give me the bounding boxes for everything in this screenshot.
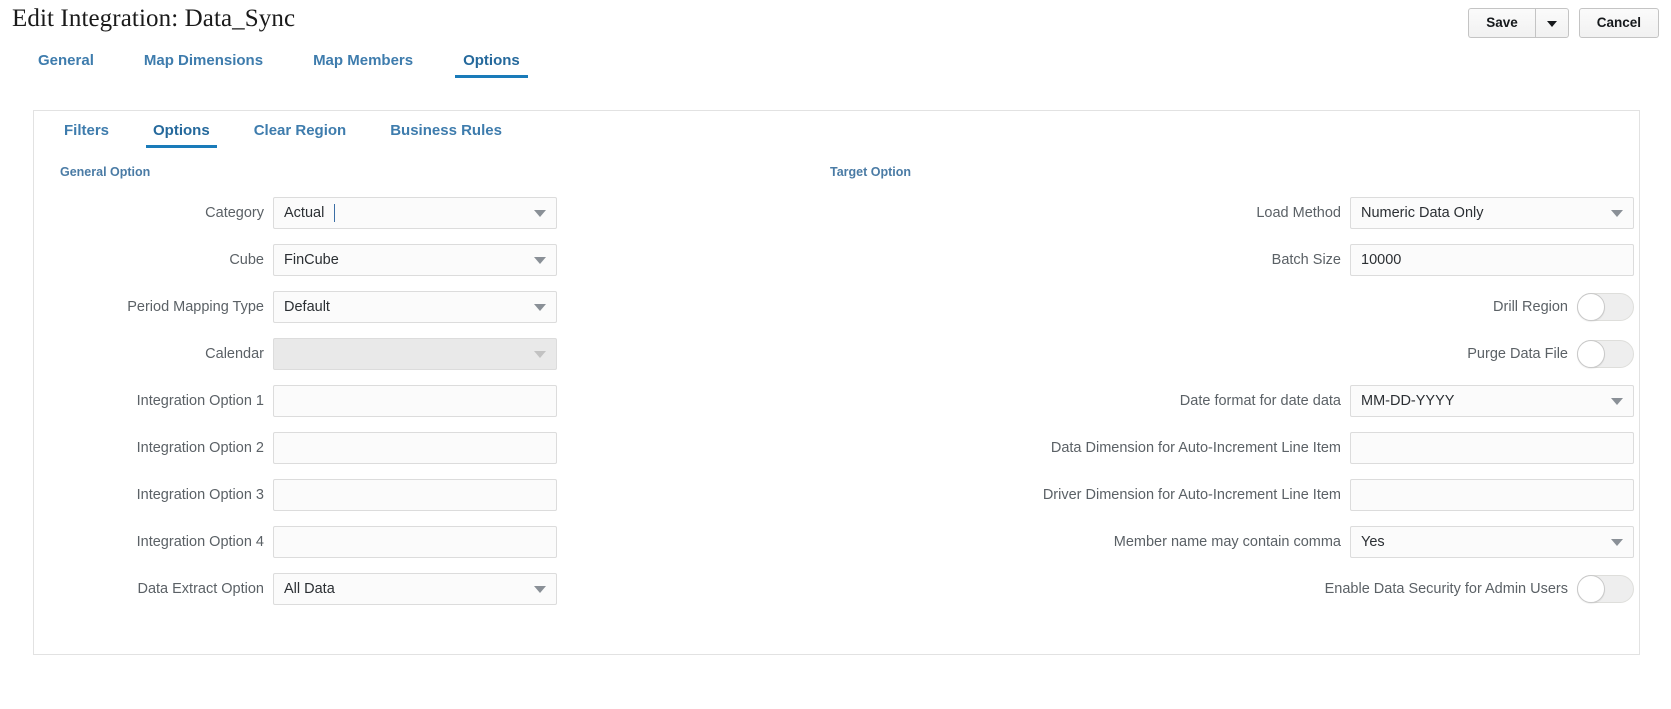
integration-option-3-field[interactable] [273, 479, 557, 511]
label-integration-option-2: Integration Option 2 [34, 440, 273, 456]
cube-select[interactable]: FinCube [273, 244, 557, 276]
field-row-drill-region: Drill Region [794, 283, 1634, 330]
subtab-filters[interactable]: Filters [64, 120, 109, 148]
tab-map-members[interactable]: Map Members [313, 46, 413, 78]
top-tab-bar: General Map Dimensions Map Members Optio… [0, 46, 1671, 85]
load-method-select-value: Numeric Data Only [1350, 197, 1634, 229]
label-data-extract-option: Data Extract Option [34, 581, 273, 597]
label-load-method: Load Method [794, 205, 1350, 221]
drill-region-toggle-wrap [1577, 293, 1634, 321]
label-category: Category [34, 205, 273, 221]
enable-data-security-toggle-wrap [1577, 575, 1634, 603]
label-data-dimension: Data Dimension for Auto-Increment Line I… [794, 440, 1350, 456]
integration-option-4-field[interactable] [273, 526, 557, 558]
driver-dimension-value [1350, 479, 1634, 511]
field-row-cube: Cube FinCube [34, 236, 794, 283]
label-period-mapping-type: Period Mapping Type [34, 299, 273, 315]
date-format-select-value: MM-DD-YYYY [1350, 385, 1634, 417]
batch-size-field[interactable]: 10000 [1350, 244, 1634, 276]
label-purge-data-file: Purge Data File [794, 346, 1577, 362]
field-row-purge-data-file: Purge Data File [794, 330, 1634, 377]
field-row-integration-option-2: Integration Option 2 [34, 424, 794, 471]
field-row-period-mapping-type: Period Mapping Type Default [34, 283, 794, 330]
field-row-integration-option-3: Integration Option 3 [34, 471, 794, 518]
save-button[interactable]: Save [1468, 8, 1535, 38]
enable-data-security-toggle[interactable] [1577, 575, 1634, 603]
driver-dimension-field[interactable] [1350, 479, 1634, 511]
label-batch-size: Batch Size [794, 252, 1350, 268]
field-row-enable-data-security: Enable Data Security for Admin Users [794, 565, 1634, 612]
options-columns: General Option Category Actual Cube FinC… [34, 155, 1639, 612]
field-row-category: Category Actual [34, 189, 794, 236]
data-dimension-value [1350, 432, 1634, 464]
member-name-comma-select-value: Yes [1350, 526, 1634, 558]
subtab-business-rules[interactable]: Business Rules [390, 120, 502, 148]
text-caret [334, 204, 335, 222]
purge-data-file-toggle-wrap [1577, 340, 1634, 368]
label-integration-option-3: Integration Option 3 [34, 487, 273, 503]
data-extract-option-select-value: All Data [273, 573, 557, 605]
general-option-column: General Option Category Actual Cube FinC… [34, 155, 794, 612]
tab-options[interactable]: Options [463, 46, 520, 78]
category-select[interactable]: Actual [273, 197, 557, 229]
options-card: Filters Options Clear Region Business Ru… [33, 110, 1640, 655]
save-options-dropdown-button[interactable] [1535, 8, 1569, 38]
label-calendar: Calendar [34, 346, 273, 362]
integration-option-3-value [273, 479, 557, 511]
toggle-knob-icon [1577, 575, 1605, 603]
field-row-integration-option-1: Integration Option 1 [34, 377, 794, 424]
calendar-select [273, 338, 557, 370]
period-mapping-type-select[interactable]: Default [273, 291, 557, 323]
sub-tab-bar: Filters Options Clear Region Business Ru… [34, 111, 1639, 155]
field-row-integration-option-4: Integration Option 4 [34, 518, 794, 565]
category-select-value: Actual [273, 197, 557, 229]
label-cube: Cube [34, 252, 273, 268]
subtab-clear-region[interactable]: Clear Region [254, 120, 347, 148]
cancel-button[interactable]: Cancel [1579, 8, 1659, 38]
label-enable-data-security: Enable Data Security for Admin Users [794, 581, 1577, 597]
target-option-section-label: Target Option [794, 155, 1634, 189]
chevron-down-icon [1547, 21, 1557, 27]
page-header: Edit Integration: Data_Sync Save Cancel [0, 0, 1671, 46]
general-option-section-label: General Option [34, 155, 794, 189]
target-option-column: Target Option Load Method Numeric Data O… [794, 155, 1634, 612]
field-row-batch-size: Batch Size 10000 [794, 236, 1634, 283]
period-mapping-type-select-value: Default [273, 291, 557, 323]
field-row-data-dimension: Data Dimension for Auto-Increment Line I… [794, 424, 1634, 471]
label-member-name-comma: Member name may contain comma [794, 534, 1350, 550]
integration-option-4-value [273, 526, 557, 558]
data-extract-option-select[interactable]: All Data [273, 573, 557, 605]
label-date-format: Date format for date data [794, 393, 1350, 409]
label-drill-region: Drill Region [794, 299, 1577, 315]
tab-general[interactable]: General [38, 46, 94, 78]
load-method-select[interactable]: Numeric Data Only [1350, 197, 1634, 229]
label-integration-option-1: Integration Option 1 [34, 393, 273, 409]
field-row-driver-dimension: Driver Dimension for Auto-Increment Line… [794, 471, 1634, 518]
field-row-load-method: Load Method Numeric Data Only [794, 189, 1634, 236]
integration-option-2-value [273, 432, 557, 464]
subtab-options[interactable]: Options [153, 120, 210, 148]
member-name-comma-select[interactable]: Yes [1350, 526, 1634, 558]
field-row-data-extract-option: Data Extract Option All Data [34, 565, 794, 612]
batch-size-value: 10000 [1350, 244, 1634, 276]
date-format-select[interactable]: MM-DD-YYYY [1350, 385, 1634, 417]
purge-data-file-toggle[interactable] [1577, 340, 1634, 368]
toggle-knob-icon [1577, 340, 1605, 368]
toggle-knob-icon [1577, 293, 1605, 321]
page-title: Edit Integration: Data_Sync [12, 5, 295, 33]
drill-region-toggle[interactable] [1577, 293, 1634, 321]
data-dimension-field[interactable] [1350, 432, 1634, 464]
field-row-calendar: Calendar [34, 330, 794, 377]
integration-option-1-field[interactable] [273, 385, 557, 417]
label-integration-option-4: Integration Option 4 [34, 534, 273, 550]
calendar-select-value [273, 338, 557, 370]
integration-option-1-value [273, 385, 557, 417]
field-row-date-format: Date format for date data MM-DD-YYYY [794, 377, 1634, 424]
field-row-member-name-comma: Member name may contain comma Yes [794, 518, 1634, 565]
cube-select-value: FinCube [273, 244, 557, 276]
integration-option-2-field[interactable] [273, 432, 557, 464]
tab-map-dimensions[interactable]: Map Dimensions [144, 46, 263, 78]
label-driver-dimension: Driver Dimension for Auto-Increment Line… [794, 487, 1350, 503]
header-actions: Save Cancel [1468, 8, 1659, 38]
